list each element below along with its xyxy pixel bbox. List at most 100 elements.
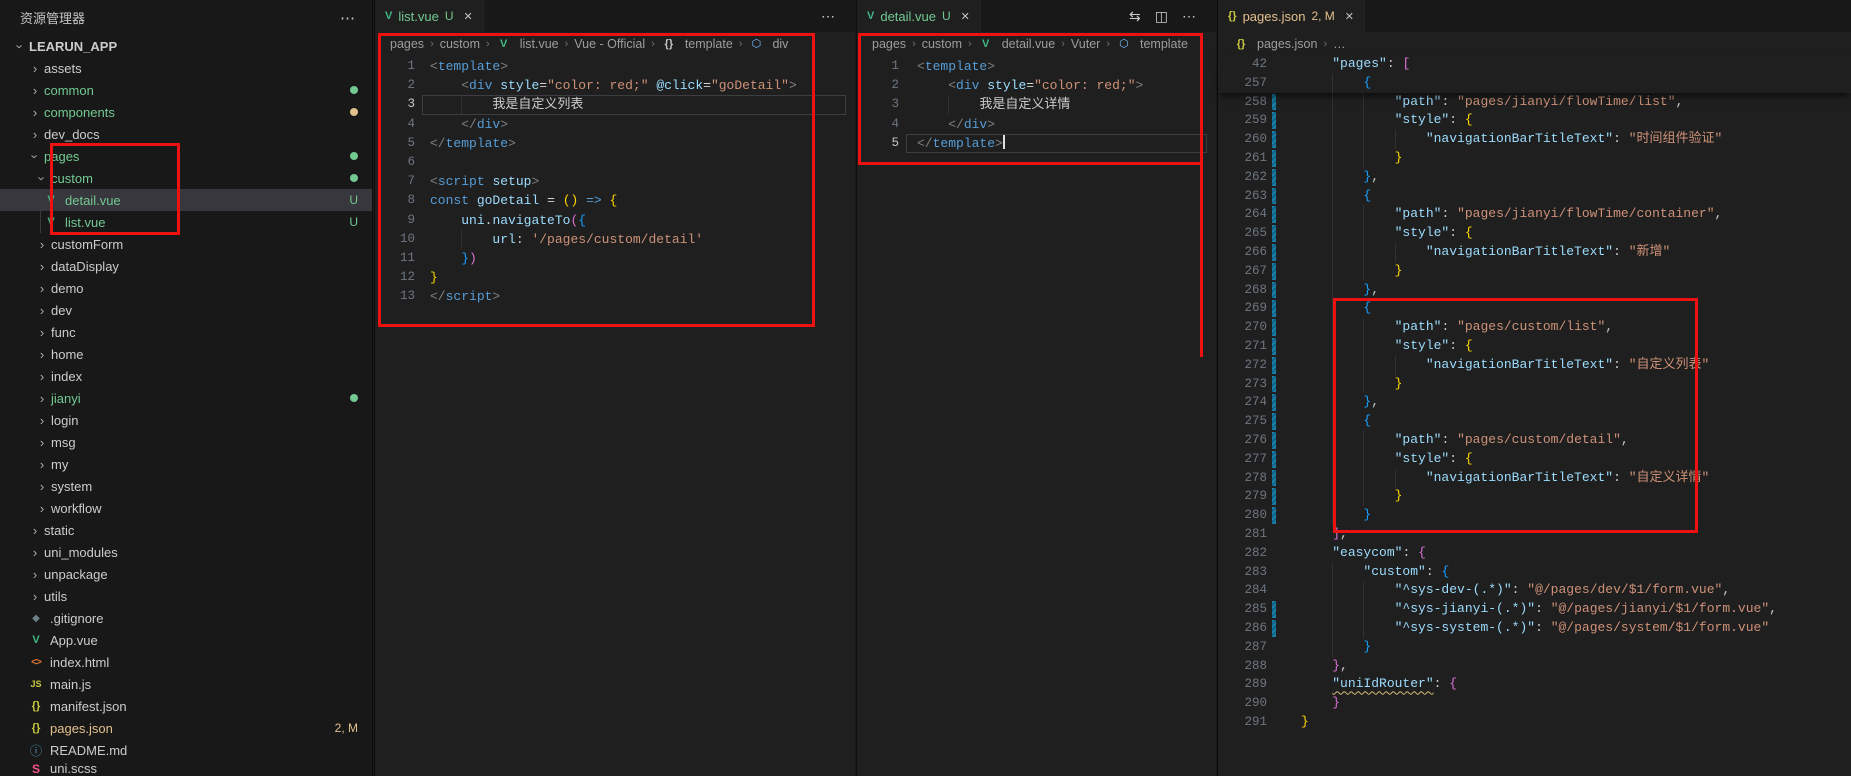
chevron-down-icon[interactable]: › (28, 149, 43, 163)
code-line-259[interactable]: 259 "style": { (1218, 111, 1851, 130)
tree-item-workflow[interactable]: ›workflow (0, 497, 372, 519)
tree-item-index-html[interactable]: <>index.html (0, 651, 372, 673)
tree-item-uni-modules[interactable]: ›uni_modules (0, 541, 372, 563)
open-changes-icon[interactable]: ⇆ (1129, 8, 1141, 25)
code-line-5[interactable]: 5</template> (375, 134, 855, 153)
chevron-right-icon[interactable]: › (35, 457, 49, 472)
code-line-266[interactable]: 266 "navigationBarTitleText": "新增" (1218, 243, 1851, 262)
code-line-270[interactable]: 270 "path": "pages/custom/list", (1218, 318, 1851, 337)
code-line-12[interactable]: 12} (375, 268, 855, 287)
code-line-258[interactable]: 258 "path": "pages/jianyi/flowTime/list"… (1218, 93, 1851, 112)
chevron-right-icon[interactable]: › (35, 501, 49, 516)
breadcrumb-item[interactable]: pages (390, 37, 424, 51)
tree-item-static[interactable]: ›static (0, 519, 372, 541)
breadcrumb-item[interactable]: ⬡template (1116, 37, 1188, 51)
code-line-1[interactable]: 1<template> (857, 57, 1216, 76)
tree-item-unpackage[interactable]: ›unpackage (0, 563, 372, 585)
chevron-right-icon[interactable]: › (28, 567, 42, 582)
tree-item-app-vue[interactable]: VApp.vue (0, 629, 372, 651)
tree-item-list-vue[interactable]: Vlist.vueU (0, 211, 372, 233)
tree-item-manifest-json[interactable]: {}manifest.json (0, 695, 372, 717)
code-editor-pages-json[interactable]: 42 "pages": [257 {258 "path": "pages/jia… (1218, 55, 1851, 732)
tree-item-readme-md[interactable]: ⓘREADME.md (0, 739, 372, 761)
more-actions-icon[interactable]: ⋯ (1182, 8, 1196, 25)
code-line-278[interactable]: 278 "navigationBarTitleText": "自定义详情" (1218, 469, 1851, 488)
tab-pages-json[interactable]: {}pages.json2, M✕ (1218, 0, 1365, 32)
tab-detail-vue[interactable]: Vdetail.vueU✕ (857, 0, 981, 32)
chevron-right-icon[interactable]: › (35, 325, 49, 340)
code-line-287[interactable]: 287 } (1218, 638, 1851, 657)
chevron-down-icon[interactable]: › (13, 39, 28, 53)
chevron-right-icon[interactable]: › (35, 369, 49, 384)
breadcrumb-item[interactable]: custom (440, 37, 480, 51)
code-line-2[interactable]: 2 <div style="color: red;" @click="goDet… (375, 76, 855, 95)
code-line-275[interactable]: 275 { (1218, 412, 1851, 431)
breadcrumb-item[interactable]: Vlist.vue (496, 37, 559, 51)
code-line-272[interactable]: 272 "navigationBarTitleText": "自定义列表" (1218, 356, 1851, 375)
code-line-264[interactable]: 264 "path": "pages/jianyi/flowTime/conta… (1218, 205, 1851, 224)
code-line-279[interactable]: 279 } (1218, 487, 1851, 506)
code-editor-list-vue[interactable]: 1<template>2 <div style="color: red;" @c… (375, 55, 855, 306)
code-line-289[interactable]: 289 "uniIdRouter": { (1218, 675, 1851, 694)
tree-item-demo[interactable]: ›demo (0, 277, 372, 299)
tree-item-pages-json[interactable]: {}pages.json2, M (0, 717, 372, 739)
code-line-5[interactable]: 5</template> (857, 134, 1216, 153)
code-line-6[interactable]: 6 (375, 153, 855, 172)
tree-item-index[interactable]: ›index (0, 365, 372, 387)
code-line-262[interactable]: 262 }, (1218, 168, 1851, 187)
tree-item-my[interactable]: ›my (0, 453, 372, 475)
tree-item-uni-scss[interactable]: Suni.scss (0, 761, 372, 776)
chevron-right-icon[interactable]: › (35, 259, 49, 274)
code-line-9[interactable]: 9 uni.navigateTo({ (375, 211, 855, 230)
code-line-274[interactable]: 274 }, (1218, 393, 1851, 412)
tree-item-custom[interactable]: ›custom (0, 167, 372, 189)
more-actions-icon[interactable]: ⋯ (821, 8, 835, 25)
breadcrumb-item[interactable]: ⬡div (748, 37, 788, 51)
code-line-283[interactable]: 283 "custom": { (1218, 563, 1851, 582)
code-line-267[interactable]: 267 } (1218, 262, 1851, 281)
code-line-11[interactable]: 11 }) (375, 249, 855, 268)
tree-item-dev[interactable]: ›dev (0, 299, 372, 321)
code-line-268[interactable]: 268 }, (1218, 281, 1851, 300)
tree-item-detail-vue[interactable]: Vdetail.vueU (0, 189, 372, 211)
code-line-290[interactable]: 290 } (1218, 694, 1851, 713)
chevron-down-icon[interactable]: › (35, 171, 50, 185)
tree-item-jianyi[interactable]: ›jianyi (0, 387, 372, 409)
code-line-3[interactable]: 3 我是自定义列表 (375, 95, 855, 114)
tree-item-dev-docs[interactable]: ›dev_docs (0, 123, 372, 145)
tree-item-home[interactable]: ›home (0, 343, 372, 365)
code-line-8[interactable]: 8const goDetail = () => { (375, 191, 855, 210)
breadcrumb-item[interactable]: {}template (661, 37, 733, 51)
code-line-276[interactable]: 276 "path": "pages/custom/detail", (1218, 431, 1851, 450)
chevron-right-icon[interactable]: › (28, 127, 42, 142)
code-line-7[interactable]: 7<script setup> (375, 172, 855, 191)
code-line-271[interactable]: 271 "style": { (1218, 337, 1851, 356)
code-line-1[interactable]: 1<template> (375, 57, 855, 76)
code-line-4[interactable]: 4 </div> (375, 115, 855, 134)
code-line-280[interactable]: 280 } (1218, 506, 1851, 525)
chevron-right-icon[interactable]: › (35, 347, 49, 362)
tree-item--gitignore[interactable]: ◆.gitignore (0, 607, 372, 629)
tree-item-utils[interactable]: ›utils (0, 585, 372, 607)
breadcrumb-item[interactable]: … (1333, 37, 1346, 51)
chevron-right-icon[interactable]: › (28, 589, 42, 604)
code-line-291[interactable]: 291} (1218, 713, 1851, 732)
chevron-right-icon[interactable]: › (35, 281, 49, 296)
tree-item-datadisplay[interactable]: ›dataDisplay (0, 255, 372, 277)
code-line-10[interactable]: 10 url: '/pages/custom/detail' (375, 230, 855, 249)
tree-item-system[interactable]: ›system (0, 475, 372, 497)
code-line-257[interactable]: 257 { (1218, 74, 1851, 93)
code-line-265[interactable]: 265 "style": { (1218, 224, 1851, 243)
code-line-284[interactable]: 284 "^sys-dev-(.*)": "@/pages/dev/$1/for… (1218, 581, 1851, 600)
breadcrumb-item[interactable]: Vuter (1071, 37, 1100, 51)
more-actions-icon[interactable]: ⋯ (340, 9, 356, 27)
code-line-4[interactable]: 4 </div> (857, 115, 1216, 134)
chevron-right-icon[interactable]: › (35, 413, 49, 428)
tree-item-customform[interactable]: ›customForm (0, 233, 372, 255)
chevron-right-icon[interactable]: › (28, 523, 42, 538)
tree-item-common[interactable]: ›common (0, 79, 372, 101)
chevron-right-icon[interactable]: › (28, 61, 42, 76)
code-line-3[interactable]: 3 我是自定义详情 (857, 95, 1216, 114)
breadcrumb-item[interactable]: {}pages.json (1233, 37, 1317, 51)
tree-item-login[interactable]: ›login (0, 409, 372, 431)
